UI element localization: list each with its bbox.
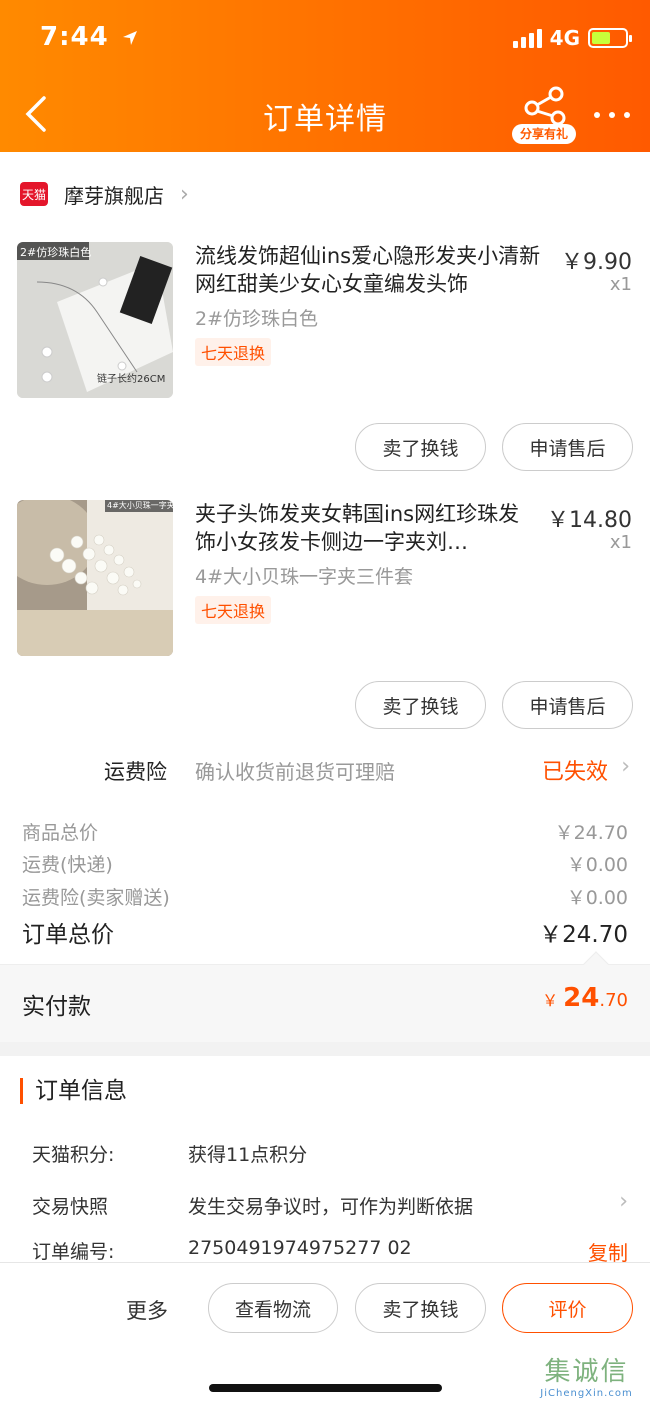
goods-total-value: ￥24.70: [554, 822, 628, 844]
status-time-text: 7:44: [40, 22, 109, 52]
dot-icon: [609, 112, 615, 118]
battery-icon: [588, 28, 632, 48]
product-sku: 2#仿珍珠白色: [195, 308, 319, 330]
home-indicator[interactable]: [209, 1384, 442, 1392]
watermark-logo: 集诚信 JiChengXin.com: [529, 1351, 644, 1399]
sell-for-cash-button[interactable]: 卖了换钱: [355, 681, 486, 729]
dot-icon: [594, 112, 600, 118]
dot-icon: [624, 112, 630, 118]
chevron-right-icon: ›: [619, 1189, 628, 1214]
points-label: 天猫积分:: [32, 1144, 115, 1166]
paid-decimal: .70: [599, 990, 628, 1011]
product-sku: 4#大小贝珠一字夹三件套: [195, 566, 414, 588]
points-value: 获得11点积分: [188, 1144, 308, 1166]
product-thumbnail[interactable]: 2#仿珍珠白色 链子长约26CM: [17, 242, 173, 398]
thumbnail-tag: 4#大小贝珠一字夹三件套: [107, 501, 173, 510]
product-price: ￥14.80: [547, 508, 632, 533]
share-icon: [524, 86, 566, 126]
order-total-value: ￥24.70: [539, 922, 628, 948]
share-button[interactable]: 分享有礼: [512, 86, 576, 144]
section-divider: [0, 1042, 650, 1056]
watermark-main: 集诚信: [544, 1357, 629, 1387]
freight-insurance-status: 已失效: [541, 760, 608, 785]
paid-label: 实付款: [22, 994, 91, 1020]
product-title[interactable]: 夹子头饰发夹女韩国ins网红珍珠发饰小女孩发卡侧边一字夹刘…: [195, 500, 535, 556]
share-label: 分享有礼: [512, 124, 576, 144]
shipping-row: 运费(快递) ￥0.00: [22, 850, 628, 877]
product-thumbnail[interactable]: 4#大小贝珠一字夹三件套: [17, 500, 173, 656]
signal-icon: [512, 28, 542, 48]
network-type: 4G: [549, 26, 580, 50]
location-arrow-icon: [122, 30, 137, 45]
snapshot-value: 发生交易争议时，可作为判断依据: [188, 1196, 474, 1218]
chevron-right-icon: ›: [180, 181, 189, 207]
product-quantity: x1: [609, 532, 632, 553]
shop-name: 摩芽旗舰店: [64, 183, 164, 208]
sell-for-cash-button[interactable]: 卖了换钱: [355, 423, 486, 471]
status-time: 7:44: [40, 22, 139, 52]
insurance-row: 运费险(卖家赠送) ￥0.00: [22, 883, 628, 910]
tmall-logo-icon: 天猫: [20, 182, 48, 206]
order-total-row: 订单总价 ￥24.70: [22, 915, 628, 949]
return-policy-badge: 七天退换: [195, 338, 272, 366]
app-header: 7:44 4G 订单详情 分享有礼: [0, 0, 650, 152]
view-logistics-button[interactable]: 查看物流: [208, 1283, 338, 1333]
goods-total-label: 商品总价: [22, 822, 99, 844]
review-button[interactable]: 评价: [502, 1283, 633, 1333]
freight-insurance-desc: 确认收货前退货可理赔: [195, 760, 395, 784]
order-number-label: 订单编号:: [32, 1241, 115, 1263]
sell-for-cash-button[interactable]: 卖了换钱: [355, 1283, 486, 1333]
paid-integer: 24: [563, 983, 600, 1013]
paid-amount-box: 实付款 ￥ 24.70: [0, 951, 650, 1042]
after-sale-button[interactable]: 申请售后: [502, 681, 633, 729]
order-total-label: 订单总价: [22, 922, 114, 948]
status-indicators: 4G: [512, 26, 632, 50]
product-price: ￥9.90: [561, 250, 632, 275]
shipping-label: 运费(快递): [22, 854, 113, 876]
goods-total-row: 商品总价 ￥24.70: [22, 818, 628, 845]
pearl-clips-image: [17, 500, 173, 656]
more-menu-button[interactable]: [594, 100, 630, 130]
insurance-value: ￥0.00: [566, 887, 628, 909]
more-actions-button[interactable]: 更多: [126, 1295, 168, 1325]
watermark-sub: JiChengXin.com: [540, 1388, 633, 1399]
order-number-value: 2750491974975277 02: [188, 1237, 412, 1259]
paid-amount: ￥ 24.70: [542, 983, 628, 1013]
shipping-value: ￥0.00: [566, 854, 628, 876]
freight-insurance-label: 运费险: [104, 760, 167, 784]
freight-insurance-row[interactable]: 运费险 确认收货前退货可理赔 已失效 ›: [0, 746, 650, 792]
thumbnail-tag: 2#仿珍珠白色: [20, 246, 92, 259]
paid-currency: ￥: [542, 991, 559, 1010]
after-sale-button[interactable]: 申请售后: [502, 423, 633, 471]
return-policy-badge: 七天退换: [195, 596, 272, 624]
shop-link[interactable]: 天猫 摩芽旗舰店 ›: [20, 176, 189, 212]
chevron-right-icon: ›: [621, 754, 630, 779]
order-info-title: 订单信息: [20, 1078, 127, 1104]
insurance-label: 运费险(卖家赠送): [22, 887, 170, 909]
thumbnail-caption: 链子长约26CM: [97, 374, 166, 385]
product-quantity: x1: [609, 274, 632, 295]
snapshot-label: 交易快照: [32, 1196, 109, 1218]
product-title[interactable]: 流线发饰超仙ins爱心隐形发夹小清新 网红甜美少女心女童编发头饰: [195, 242, 550, 298]
